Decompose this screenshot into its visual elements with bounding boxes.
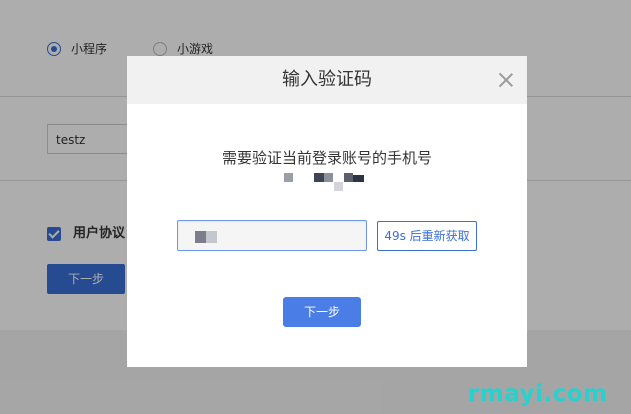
dialog-header: 输入验证码 [127,56,527,104]
verification-dialog: 输入验证码 需要验证当前登录账号的手机号 49s 后重新获取 下一步 [127,56,527,367]
close-icon[interactable] [498,72,514,88]
verification-code-input[interactable] [177,220,367,251]
verification-prompt: 需要验证当前登录账号的手机号 [221,149,432,167]
next-step-button[interactable]: 下一步 [283,297,361,327]
resend-code-button[interactable]: 49s 后重新获取 [377,221,477,251]
masked-code-value [195,231,217,243]
dialog-title: 输入验证码 [282,69,372,90]
watermark-text: rmayi.com [468,381,608,407]
masked-phone-number [284,173,366,193]
